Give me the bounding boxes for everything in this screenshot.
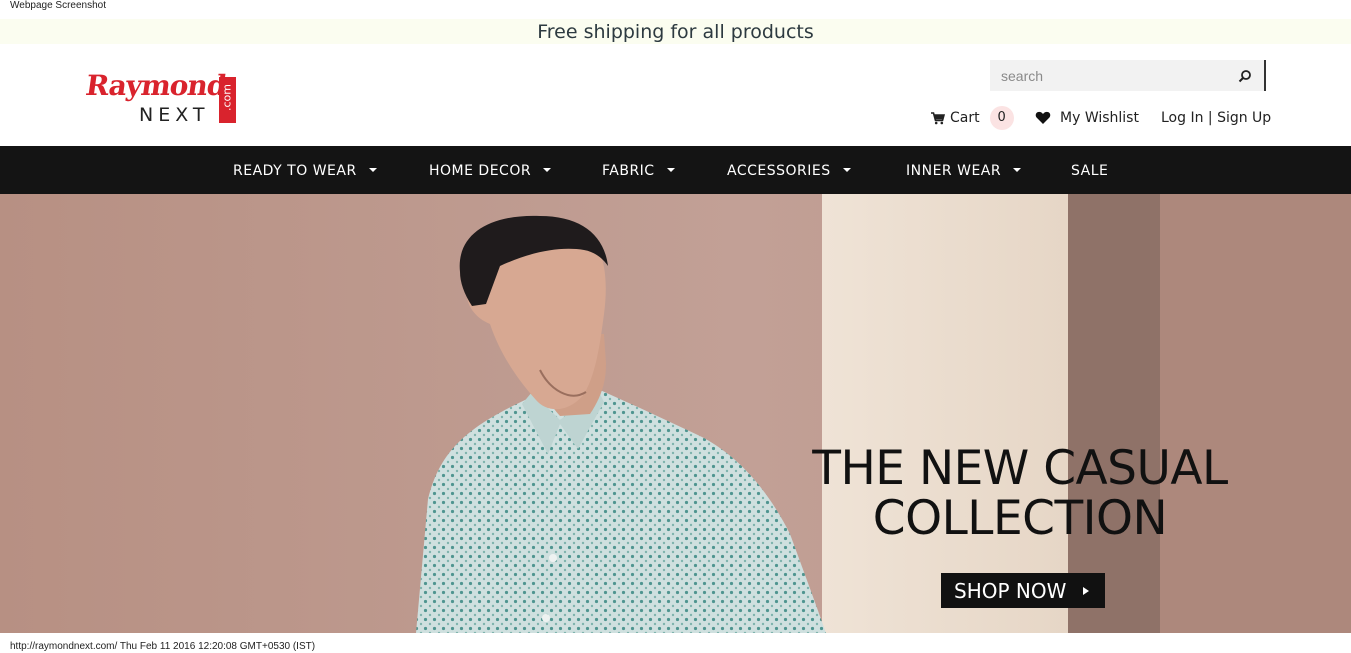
screenshot-caption-bottom: http://raymondnext.com/ Thu Feb 11 2016 … (10, 641, 316, 652)
search-icon[interactable] (1238, 69, 1252, 83)
nav-item-ready-to-wear[interactable]: READY TO WEAR (233, 146, 377, 194)
heart-icon (1035, 111, 1051, 124)
cart-label: Cart (950, 110, 980, 126)
main-nav: READY TO WEAR HOME DECOR FABRIC ACCESSOR… (0, 146, 1351, 194)
nav-item-fabric[interactable]: FABRIC (602, 146, 675, 194)
wishlist-label: My Wishlist (1060, 110, 1139, 126)
cart-count-badge: 0 (989, 106, 1014, 130)
site-logo[interactable]: Raymond NEXT .com (83, 69, 238, 129)
caret-down-icon (842, 168, 851, 172)
nav-item-accessories[interactable]: ACCESSORIES (727, 146, 851, 194)
nav-label: READY TO WEAR (233, 163, 357, 179)
nav-label: ACCESSORIES (727, 163, 831, 179)
nav-item-inner-wear[interactable]: INNER WEAR (906, 146, 1022, 194)
nav-label: HOME DECOR (429, 163, 532, 179)
logo-word-bottom: NEXT (139, 104, 210, 126)
search-input[interactable] (990, 60, 1230, 91)
hero-title-line-2: COLLECTION (872, 491, 1168, 546)
login-signup-label: Log In | Sign Up (1161, 110, 1272, 126)
nav-label: FABRIC (602, 163, 655, 179)
hero-banner[interactable]: THE NEW CASUAL COLLECTION SHOP NOW (0, 194, 1351, 633)
logo-word-top: Raymond (83, 69, 228, 102)
wishlist-link[interactable]: My Wishlist (1035, 106, 1139, 130)
caret-down-icon (1013, 168, 1022, 172)
logo-suffix: .com (220, 84, 234, 111)
nav-item-sale[interactable]: SALE (1071, 146, 1108, 194)
search-box (990, 60, 1266, 91)
screenshot-caption-top: Webpage Screenshot (10, 0, 106, 11)
cart-link[interactable]: Cart 0 (931, 106, 1014, 130)
nav-label: INNER WEAR (906, 163, 1002, 179)
caret-down-icon (368, 168, 377, 172)
site-header: Raymond NEXT .com Cart 0 My Wishlist Log… (0, 44, 1351, 146)
caret-down-icon (543, 168, 552, 172)
hero-title-line-1: THE NEW CASUAL (812, 441, 1228, 496)
play-arrow-icon (1083, 587, 1089, 595)
login-signup-link[interactable]: Log In | Sign Up (1161, 106, 1271, 130)
cart-icon (931, 111, 945, 124)
logo-suffix-badge: .com (219, 77, 236, 123)
promo-bar: Free shipping for all products (0, 19, 1351, 44)
hero-title: THE NEW CASUAL COLLECTION (780, 444, 1260, 544)
promo-text: Free shipping for all products (537, 21, 814, 43)
caret-down-icon (666, 168, 675, 172)
nav-label: SALE (1071, 163, 1109, 179)
nav-item-home-decor[interactable]: HOME DECOR (429, 146, 552, 194)
shop-now-label: SHOP NOW (954, 579, 1067, 603)
shop-now-button[interactable]: SHOP NOW (941, 573, 1105, 608)
hero-image (0, 194, 1351, 633)
